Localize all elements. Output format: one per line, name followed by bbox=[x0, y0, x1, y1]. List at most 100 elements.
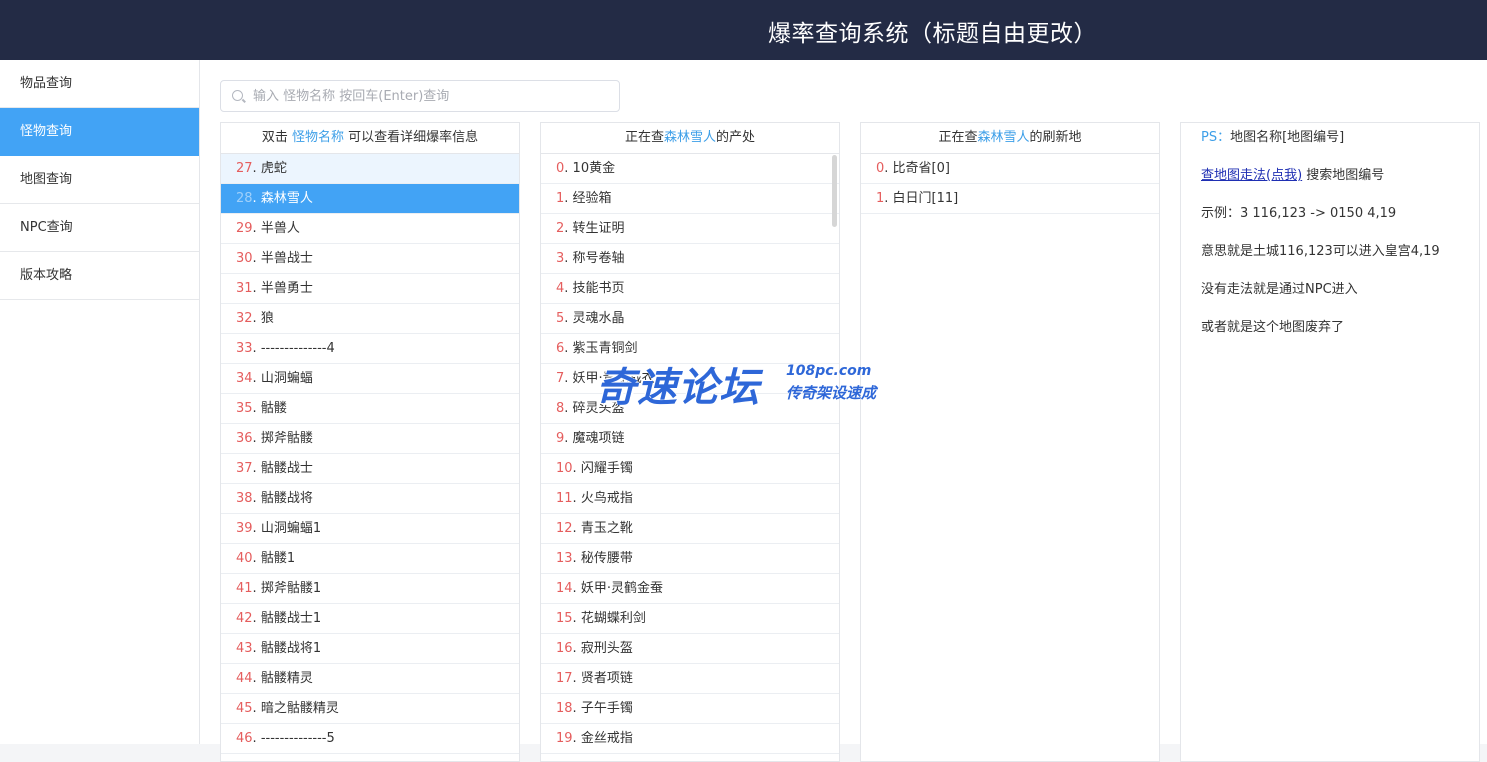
row-index: 35 bbox=[236, 401, 253, 416]
row-label: 半兽战士 bbox=[260, 251, 313, 266]
monster-list-item[interactable]: 45. 暗之骷髅精灵 bbox=[221, 694, 519, 724]
map-route-link[interactable]: 查地图走法(点我) bbox=[1201, 168, 1302, 183]
drop-list-item[interactable]: 9. 魔魂项链 bbox=[541, 424, 839, 454]
monster-list-item[interactable]: 42. 骷髅战士1 bbox=[221, 604, 519, 634]
drop-list-item[interactable]: 10. 闪耀手镯 bbox=[541, 454, 839, 484]
monster-list-item[interactable]: 27. 虎蛇 bbox=[221, 154, 519, 184]
row-index: 45 bbox=[236, 701, 253, 716]
top-header: 爆率查询系统（标题自由更改） bbox=[0, 0, 1487, 60]
row-label: 比奇省[0] bbox=[892, 161, 950, 176]
drop-list-item[interactable]: 17. 贤者项链 bbox=[541, 664, 839, 694]
drop-list-item[interactable]: 1. 经验箱 bbox=[541, 184, 839, 214]
header-text: 正在查 bbox=[938, 130, 978, 145]
search-box[interactable] bbox=[220, 80, 620, 112]
monster-list-item[interactable]: 37. 骷髅战士 bbox=[221, 454, 519, 484]
row-separator: . bbox=[252, 551, 261, 566]
drop-list-item[interactable]: 4. 技能书页 bbox=[541, 274, 839, 304]
row-label: 转生证明 bbox=[572, 221, 625, 236]
row-index: 15 bbox=[556, 611, 573, 626]
sidebar-item-npc-query[interactable]: NPC查询 bbox=[0, 204, 199, 252]
drop-list-item[interactable]: 0. 10黄金 bbox=[541, 154, 839, 184]
scrollbar[interactable] bbox=[832, 155, 837, 227]
drop-list-item[interactable]: 18. 子午手镯 bbox=[541, 694, 839, 724]
header-highlight: 森林雪人 bbox=[977, 130, 1030, 145]
row-label: 称号卷轴 bbox=[572, 251, 625, 266]
monster-list-item[interactable]: 46. --------------5 bbox=[221, 724, 519, 754]
monster-list-item[interactable]: 43. 骷髅战将1 bbox=[221, 634, 519, 664]
row-separator: . bbox=[572, 461, 581, 476]
row-index: 34 bbox=[236, 371, 253, 386]
map-list-item[interactable]: 0. 比奇省[0] bbox=[861, 154, 1159, 184]
row-index: 36 bbox=[236, 431, 253, 446]
row-separator: . bbox=[572, 641, 581, 656]
row-label: 子午手镯 bbox=[580, 701, 633, 716]
row-index: 42 bbox=[236, 611, 253, 626]
row-label: 秘传腰带 bbox=[580, 551, 633, 566]
row-index: 13 bbox=[556, 551, 573, 566]
monster-list-item[interactable]: 35. 骷髅 bbox=[221, 394, 519, 424]
monster-list-item[interactable]: 40. 骷髅1 bbox=[221, 544, 519, 574]
monster-list-item[interactable]: 41. 掷斧骷髅1 bbox=[221, 574, 519, 604]
sidebar-item-map-query[interactable]: 地图查询 bbox=[0, 156, 199, 204]
row-label: 火鸟戒指 bbox=[580, 491, 633, 506]
monster-list-item[interactable]: 32. 狼 bbox=[221, 304, 519, 334]
row-index: 18 bbox=[556, 701, 573, 716]
drop-list-item[interactable]: 19. 金丝戒指 bbox=[541, 724, 839, 754]
ps-line: PS：地图名称[地图编号] bbox=[1201, 123, 1479, 161]
header-text: 的产处 bbox=[716, 130, 756, 145]
drop-list-item[interactable]: 5. 灵魂水晶 bbox=[541, 304, 839, 334]
monster-list-item[interactable]: 30. 半兽战士 bbox=[221, 244, 519, 274]
row-index: 37 bbox=[236, 461, 253, 476]
drop-list-item[interactable]: 15. 花蝴蝶利剑 bbox=[541, 604, 839, 634]
monster-list-item[interactable]: 38. 骷髅战将 bbox=[221, 484, 519, 514]
drop-list-item[interactable]: 16. 寂刑头盔 bbox=[541, 634, 839, 664]
row-separator: . bbox=[252, 671, 261, 686]
drop-list-item[interactable]: 14. 妖甲·灵鹤金蚕 bbox=[541, 574, 839, 604]
monster-list-item[interactable]: 29. 半兽人 bbox=[221, 214, 519, 244]
drop-list-item[interactable]: 3. 称号卷轴 bbox=[541, 244, 839, 274]
sidebar-item-item-query[interactable]: 物品查询 bbox=[0, 60, 199, 108]
monster-list-item[interactable]: 33. --------------4 bbox=[221, 334, 519, 364]
row-label: 魔魂项链 bbox=[572, 431, 625, 446]
drop-list-item[interactable]: 11. 火鸟戒指 bbox=[541, 484, 839, 514]
row-label: 妖甲·灵鹤金蚕 bbox=[580, 581, 663, 596]
drop-list-item[interactable]: 13. 秘传腰带 bbox=[541, 544, 839, 574]
monster-list-item[interactable]: 34. 山洞蝙蝠 bbox=[221, 364, 519, 394]
monster-list-item[interactable]: 44. 骷髅精灵 bbox=[221, 664, 519, 694]
row-separator: . bbox=[252, 641, 261, 656]
row-separator: . bbox=[252, 371, 261, 386]
row-separator: . bbox=[252, 191, 261, 206]
row-label: 骷髅 bbox=[260, 401, 287, 416]
row-label: 白日门[11] bbox=[892, 191, 959, 206]
header-text: 双击 bbox=[261, 130, 292, 145]
row-separator: . bbox=[884, 191, 893, 206]
row-separator: . bbox=[252, 491, 261, 506]
example-text: 示例：3 116,123 -> 0150 4,19 bbox=[1201, 206, 1397, 221]
monster-list-item[interactable]: 39. 山洞蝙蝠1 bbox=[221, 514, 519, 544]
row-index: 10 bbox=[556, 461, 573, 476]
monster-list-header: 双击 怪物名称 可以查看详细爆率信息 bbox=[221, 123, 519, 154]
sidebar-item-monster-query[interactable]: 怪物查询 bbox=[0, 108, 199, 156]
ps-info-panel: PS：地图名称[地图编号] 查地图走法(点我) 搜索地图编号 示例：3 116,… bbox=[1180, 122, 1480, 762]
drop-list-item[interactable]: 2. 转生证明 bbox=[541, 214, 839, 244]
sidebar: 物品查询 怪物查询 地图查询 NPC查询 版本攻略 bbox=[0, 60, 200, 744]
maps-list-header: 正在查森林雪人的刷新地 bbox=[861, 123, 1159, 154]
row-label: 经验箱 bbox=[572, 191, 612, 206]
monster-list-item[interactable]: 28. 森林雪人 bbox=[221, 184, 519, 214]
row-separator: . bbox=[252, 341, 261, 356]
row-label: 贤者项链 bbox=[580, 671, 633, 686]
row-label: 紫玉青铜剑 bbox=[572, 341, 638, 356]
row-index: 17 bbox=[556, 671, 573, 686]
row-label: 暗之骷髅精灵 bbox=[260, 701, 339, 716]
sidebar-item-version-guide[interactable]: 版本攻略 bbox=[0, 252, 199, 300]
row-label: 掷斧骷髅1 bbox=[260, 581, 322, 596]
row-index: 44 bbox=[236, 671, 253, 686]
search-input[interactable] bbox=[253, 86, 613, 106]
map-route-line: 查地图走法(点我) 搜索地图编号 bbox=[1201, 161, 1479, 199]
monster-list-item[interactable]: 31. 半兽勇士 bbox=[221, 274, 519, 304]
row-separator: . bbox=[572, 611, 581, 626]
map-list-item[interactable]: 1. 白日门[11] bbox=[861, 184, 1159, 214]
drop-list-item[interactable]: 12. 青玉之靴 bbox=[541, 514, 839, 544]
monster-list-item[interactable]: 36. 掷斧骷髅 bbox=[221, 424, 519, 454]
row-label: 掷斧骷髅 bbox=[260, 431, 313, 446]
